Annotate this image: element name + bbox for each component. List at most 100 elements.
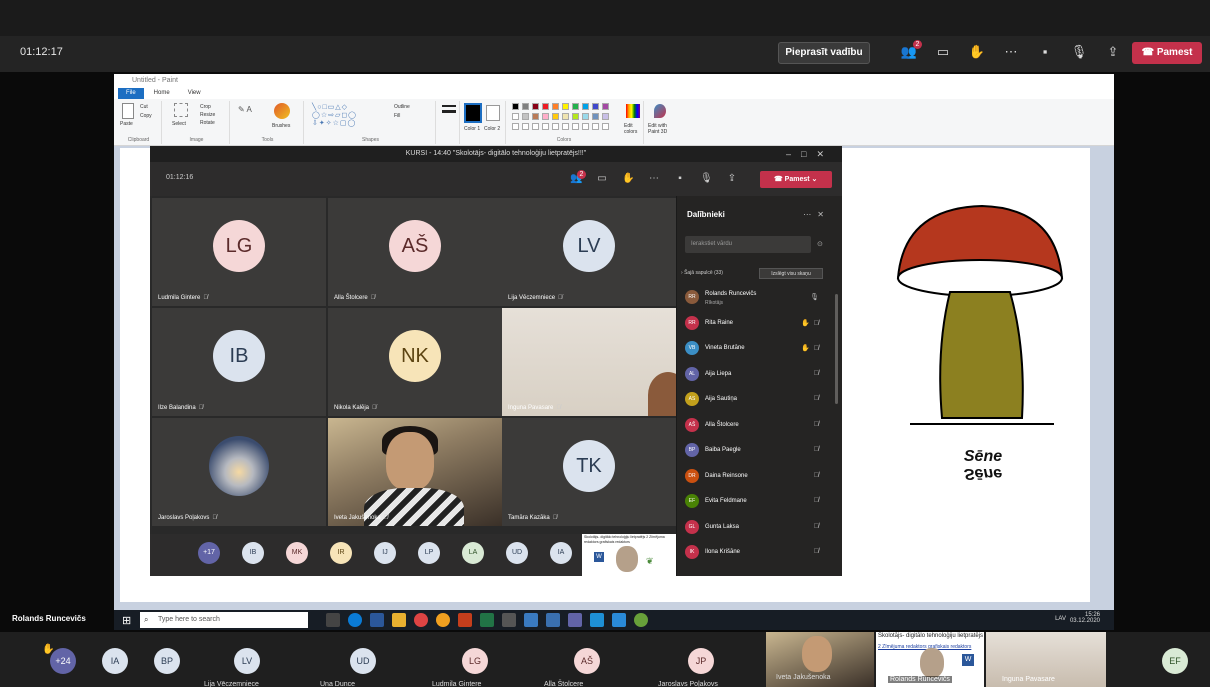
color2-swatch[interactable] — [486, 105, 500, 121]
rotate-label[interactable]: Rotate — [200, 120, 215, 126]
participant-row[interactable]: AŠ Alla Štolcere 🎙̸ — [685, 414, 833, 440]
color-swatch[interactable] — [512, 103, 519, 110]
participant-row[interactable]: AL Aija Liepa 🎙̸ — [685, 363, 833, 389]
video-tile[interactable]: NK Nikola Kalēja 🎙̸ — [328, 308, 502, 416]
video-tile[interactable]: IB Ilze Balandina 🎙̸ — [152, 308, 326, 416]
share-icon[interactable]: ⇪ — [726, 172, 738, 186]
participant-avatar[interactable]: IB — [242, 542, 264, 564]
word-icon[interactable] — [370, 613, 384, 627]
powerpoint-icon[interactable] — [458, 613, 472, 627]
color-swatch[interactable] — [562, 103, 569, 110]
participants-icon[interactable]: 👥 2 — [900, 40, 922, 62]
photos-icon[interactable] — [612, 613, 626, 627]
more-icon[interactable]: ⋯ — [1002, 42, 1020, 62]
share-icon[interactable]: ⇪ — [1104, 42, 1122, 62]
color-swatch[interactable] — [592, 123, 599, 130]
paste-icon[interactable] — [122, 103, 134, 119]
excel-icon[interactable] — [480, 613, 494, 627]
language-indicator[interactable]: LAV — [1055, 616, 1066, 622]
camera-off-icon[interactable]: ▪ — [1036, 42, 1054, 62]
shared-content-thumbnail[interactable]: Skolotājs- digitālo tehnoloģiju lietprat… — [876, 632, 984, 687]
color-swatch[interactable] — [512, 123, 519, 130]
color-swatch[interactable] — [532, 123, 539, 130]
edit-colors-icon[interactable] — [626, 104, 640, 118]
paint-tab-view[interactable]: View — [180, 88, 209, 99]
participant-avatar[interactable]: AŠ — [574, 648, 600, 674]
task-view-icon[interactable] — [326, 613, 340, 627]
participant-row[interactable]: DR Daina Reinsone 🎙̸ — [685, 465, 833, 491]
participant-row[interactable]: BP Baiba Paegle 🎙̸ — [685, 439, 833, 465]
select-icon[interactable] — [174, 103, 188, 117]
fill-label[interactable]: Fill — [394, 113, 400, 119]
paste-label[interactable]: Paste — [120, 121, 133, 127]
participant-row[interactable]: GL Gunta Laksa 🎙̸ — [685, 516, 833, 542]
color-swatch[interactable] — [582, 113, 589, 120]
calculator-icon[interactable] — [502, 613, 516, 627]
paint-tab-home[interactable]: Home — [146, 88, 178, 99]
paint3d-label[interactable]: Edit with Paint 3D — [648, 123, 676, 135]
participant-avatar[interactable]: +24 — [50, 648, 76, 674]
color-swatch[interactable] — [572, 103, 579, 110]
edge-icon[interactable] — [348, 613, 362, 627]
participant-row[interactable]: AS Aija Sautiņa 🎙̸ — [685, 388, 833, 414]
outline-label[interactable]: Outline — [394, 104, 410, 110]
participant-row[interactable]: EF Evita Feldmane 🎙̸ — [685, 490, 833, 516]
color-swatch[interactable] — [542, 103, 549, 110]
paint-tab-file[interactable]: File — [118, 88, 144, 99]
participant-avatar[interactable]: IR — [330, 542, 352, 564]
request-control-button[interactable]: Pieprasīt vadību — [778, 42, 870, 64]
scrollbar[interactable] — [835, 294, 838, 404]
color1-label[interactable]: Color 1 — [464, 126, 480, 132]
cut-label[interactable]: Cut — [140, 104, 148, 110]
color-swatch[interactable] — [542, 123, 549, 130]
color-swatch[interactable] — [532, 113, 539, 120]
file-explorer-icon[interactable] — [392, 613, 406, 627]
windows-start-icon[interactable]: ⊞ — [122, 614, 131, 627]
video-tile[interactable]: AŠ Alla Štolcere 🎙̸ — [328, 198, 502, 306]
camera-icon[interactable]: ▪ — [674, 172, 686, 186]
participant-row[interactable]: RR Rolands Runcevičs Rīkotājs 🎙 — [685, 286, 833, 312]
color-swatch[interactable] — [522, 123, 529, 130]
participant-avatar[interactable]: MK — [286, 542, 308, 564]
color-swatch[interactable] — [572, 123, 579, 130]
color-swatch[interactable] — [562, 123, 569, 130]
video-tile[interactable]: LG Ludmila Gintere 🎙̸ — [152, 198, 326, 306]
participant-avatar[interactable]: EF — [1162, 648, 1188, 674]
raise-hand-icon[interactable]: ✋ — [622, 172, 634, 186]
system-clock[interactable]: 15:26 03.12.2020 — [1070, 612, 1100, 624]
in-meeting-section[interactable]: › Šajā sapulcē (33) — [681, 270, 723, 276]
raise-hand-icon[interactable]: ✋ — [968, 42, 986, 62]
participant-avatar[interactable]: IA — [102, 648, 128, 674]
participant-avatar[interactable]: LA — [462, 542, 484, 564]
app-icon[interactable] — [546, 613, 560, 627]
shapes-gallery-icon[interactable]: ╲○□▭△◇ ◯☆⇨▱◻◯ ⇩✦✧☆▢◯ — [312, 104, 357, 128]
chat-icon[interactable]: ▭ — [934, 42, 952, 62]
color-swatch[interactable] — [552, 103, 559, 110]
participant-avatar[interactable]: IA — [550, 542, 572, 564]
paint3d-icon[interactable] — [654, 104, 666, 118]
video-thumbnail[interactable]: Iveta Jakušenoka — [766, 632, 874, 687]
participant-avatar[interactable]: IJ — [374, 542, 396, 564]
chrome-icon[interactable] — [436, 613, 450, 627]
color-swatch[interactable] — [522, 113, 529, 120]
app-icon[interactable] — [634, 613, 648, 627]
participant-row[interactable]: VB Vineta Brutāne ✋ 🎙̸ — [685, 337, 833, 363]
select-label[interactable]: Select — [172, 121, 186, 127]
size-icon[interactable] — [442, 105, 456, 107]
participant-search-input[interactable]: Ierakstiet vārdu — [685, 236, 811, 253]
video-tile[interactable]: Iveta Jakušenoka 🎙̸ — [328, 418, 502, 526]
video-tile[interactable]: LV Lija Vēczemniece 🎙̸ — [502, 198, 676, 306]
ie-icon[interactable] — [590, 613, 604, 627]
video-tile[interactable]: TK Tamāra Kazāka 🎙̸ — [502, 418, 676, 526]
color-swatch[interactable] — [602, 103, 609, 110]
color-swatch[interactable] — [552, 123, 559, 130]
color-swatch[interactable] — [512, 113, 519, 120]
participant-avatar[interactable]: LG — [462, 648, 488, 674]
participant-row[interactable]: RR Rita Raine ✋ 🎙̸ — [685, 312, 833, 338]
participant-avatar[interactable]: LV — [234, 648, 260, 674]
color-swatch[interactable] — [522, 103, 529, 110]
mic-icon[interactable]: 🎙 — [700, 172, 713, 186]
copy-label[interactable]: Copy — [140, 113, 152, 119]
more-icon[interactable]: ⋯ — [648, 172, 660, 186]
participant-avatar[interactable]: +17 — [198, 542, 220, 564]
